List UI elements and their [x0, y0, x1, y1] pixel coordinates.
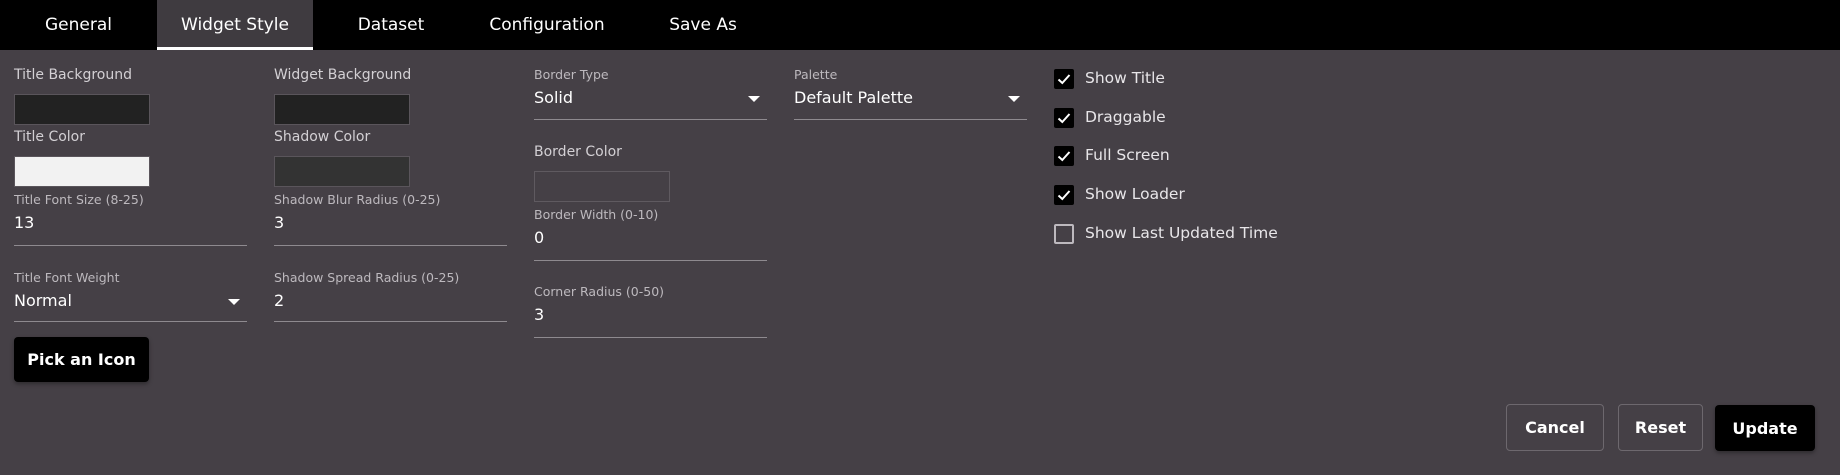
show-title-checkbox[interactable] [1054, 69, 1074, 89]
show-loader-checkbox[interactable] [1054, 185, 1074, 205]
title-font-weight-underline [14, 321, 247, 322]
check-icon [1057, 151, 1071, 162]
show-last-updated-checkbox[interactable] [1054, 224, 1074, 244]
shadow-spread-label: Shadow Spread Radius (0-25) [274, 270, 460, 285]
check-icon [1057, 190, 1071, 201]
corner-radius-underline [534, 337, 767, 338]
tab-dataset[interactable]: Dataset [313, 0, 469, 50]
full-screen-checkbox[interactable] [1054, 146, 1074, 166]
chevron-down-icon[interactable] [1008, 96, 1020, 102]
title-font-size-label: Title Font Size (8-25) [14, 192, 144, 207]
corner-radius-label: Corner Radius (0-50) [534, 284, 665, 299]
reset-button[interactable]: Reset [1618, 404, 1703, 451]
full-screen-label: Full Screen [1085, 146, 1170, 164]
border-width-underline [534, 260, 767, 261]
chevron-down-icon[interactable] [748, 96, 760, 102]
shadow-blur-label: Shadow Blur Radius (0-25) [274, 192, 441, 207]
tab-widget-style[interactable]: Widget Style [157, 0, 313, 50]
corner-radius-input[interactable]: 3 [534, 305, 544, 324]
border-type-select[interactable]: Solid [534, 88, 573, 107]
shadow-color-label: Shadow Color [274, 129, 371, 145]
cancel-button-label: Cancel [1525, 418, 1585, 437]
pick-icon-button-label: Pick an Icon [27, 350, 136, 369]
tab-save-as-label: Save As [669, 15, 737, 35]
border-type-label: Border Type [534, 67, 609, 82]
border-type-underline [534, 119, 767, 120]
update-button[interactable]: Update [1715, 405, 1815, 451]
tab-bar: General Widget Style Dataset Configurati… [0, 0, 1840, 50]
palette-label: Palette [794, 67, 838, 82]
show-last-updated-label: Show Last Updated Time [1085, 224, 1278, 242]
update-button-label: Update [1732, 418, 1798, 438]
title-background-swatch[interactable] [14, 94, 150, 125]
reset-button-label: Reset [1634, 418, 1687, 437]
title-font-size-input[interactable]: 13 [14, 213, 34, 232]
border-width-label: Border Width (0-10) [534, 207, 659, 222]
shadow-spread-underline [274, 321, 507, 322]
shadow-blur-underline [274, 245, 507, 246]
title-color-label: Title Color [14, 129, 86, 145]
check-icon [1057, 113, 1071, 124]
shadow-spread-input[interactable]: 2 [274, 291, 284, 310]
tab-general[interactable]: General [0, 0, 157, 50]
draggable-label: Draggable [1085, 108, 1166, 126]
show-title-label: Show Title [1085, 69, 1165, 87]
tab-configuration-label: Configuration [489, 15, 605, 35]
shadow-blur-input[interactable]: 3 [274, 213, 284, 232]
chevron-down-icon[interactable] [228, 299, 240, 305]
tab-save-as[interactable]: Save As [625, 0, 781, 50]
pick-icon-button[interactable]: Pick an Icon [14, 337, 149, 382]
title-color-swatch[interactable] [14, 156, 150, 187]
check-icon [1057, 74, 1071, 85]
title-font-size-underline [14, 245, 247, 246]
border-width-input[interactable]: 0 [534, 228, 544, 247]
widget-background-label: Widget Background [274, 67, 412, 83]
border-color-swatch[interactable] [534, 171, 670, 202]
title-background-label: Title Background [14, 67, 132, 83]
palette-underline [794, 119, 1027, 120]
tab-general-label: General [45, 15, 112, 35]
border-color-label: Border Color [534, 144, 622, 160]
title-font-weight-label: Title Font Weight [14, 270, 120, 285]
tab-dataset-label: Dataset [357, 15, 425, 35]
tab-configuration[interactable]: Configuration [469, 0, 625, 50]
cancel-button[interactable]: Cancel [1506, 404, 1604, 451]
shadow-color-swatch[interactable] [274, 156, 410, 187]
title-font-weight-select[interactable]: Normal [14, 291, 72, 310]
show-loader-label: Show Loader [1085, 185, 1185, 203]
widget-background-swatch[interactable] [274, 94, 410, 125]
palette-select[interactable]: Default Palette [794, 88, 913, 107]
draggable-checkbox[interactable] [1054, 108, 1074, 128]
tab-widget-style-label: Widget Style [181, 15, 289, 35]
